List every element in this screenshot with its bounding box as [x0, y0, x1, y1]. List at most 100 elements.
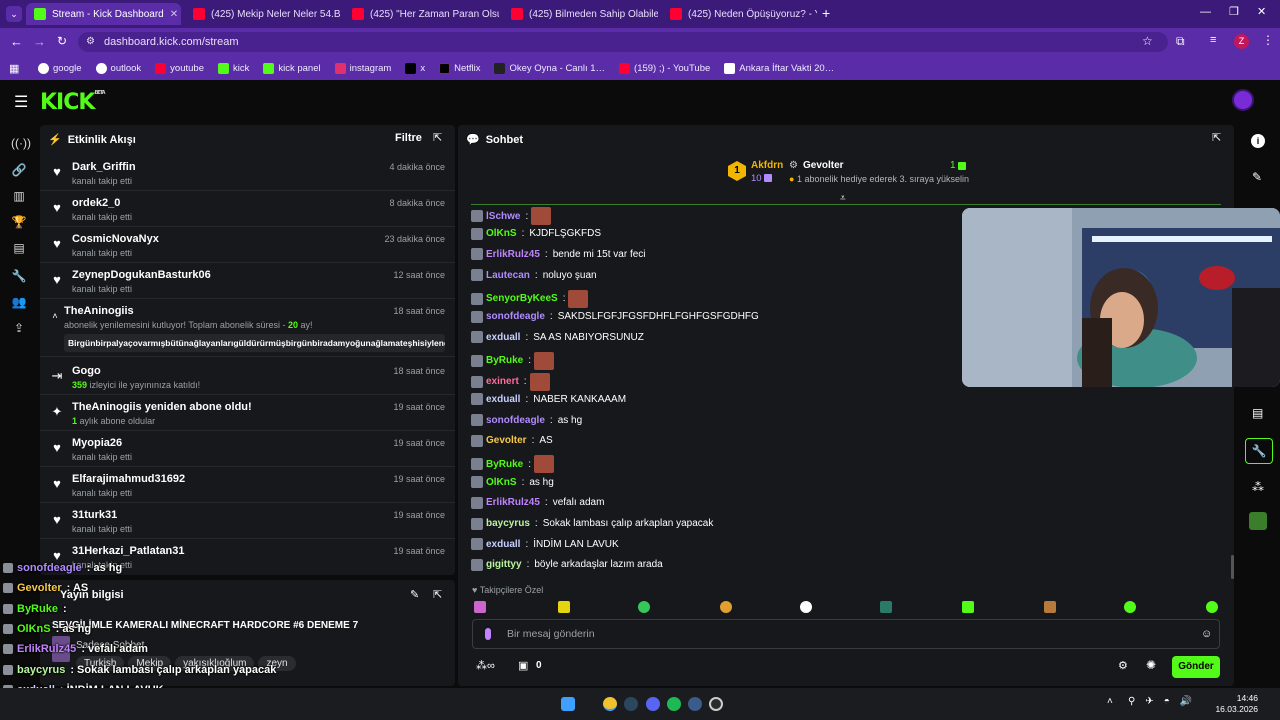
- menu-icon[interactable]: ⋮: [1262, 33, 1274, 47]
- emote-icon[interactable]: [1124, 601, 1136, 613]
- event-user[interactable]: Myopia26: [72, 437, 122, 449]
- trophy-icon[interactable]: 🏆: [11, 214, 27, 230]
- restore-icon[interactable]: ❐: [1229, 5, 1239, 18]
- chat-username[interactable]: Gevolter: [486, 435, 527, 446]
- chat-username[interactable]: Lautecan: [486, 270, 530, 281]
- analytics-icon[interactable]: ▥: [11, 188, 27, 204]
- bookmark-google[interactable]: google: [38, 62, 82, 74]
- steam-icon[interactable]: [624, 697, 638, 711]
- chat-scrollbar[interactable]: [1231, 555, 1234, 579]
- back-icon[interactable]: ←: [10, 34, 23, 49]
- spotify-icon[interactable]: [667, 697, 681, 711]
- tab-youtube-1[interactable]: (425) Mekip Neler Neler 54.Böl… ✕: [185, 3, 340, 25]
- emote-icon[interactable]: [638, 601, 650, 613]
- edit-info-icon[interactable]: ✎: [410, 588, 419, 601]
- gift-box-icon[interactable]: ▣: [518, 659, 528, 672]
- edit-icon[interactable]: ✎: [1252, 170, 1262, 184]
- kick-logo[interactable]: KICKBETA: [40, 90, 106, 115]
- event-user[interactable]: ordek2_0: [72, 197, 120, 209]
- chat-username[interactable]: OlKnS: [486, 228, 517, 239]
- chevron-up-icon[interactable]: ˄: [48, 309, 62, 323]
- taskbar-clock[interactable]: 14:46 16.03.2026: [1215, 693, 1258, 715]
- emote-icon[interactable]: [1044, 601, 1056, 613]
- tab-search-icon[interactable]: ⌄: [6, 6, 22, 22]
- obs-icon[interactable]: [709, 697, 723, 711]
- chat-username[interactable]: baycyrus: [486, 518, 530, 529]
- emote-icon[interactable]: [880, 601, 892, 613]
- webcam-overlay[interactable]: [962, 208, 1280, 387]
- emoji-icon[interactable]: ☺: [1201, 620, 1212, 648]
- chat-username[interactable]: exduall: [486, 394, 520, 405]
- emote-icon[interactable]: [800, 601, 812, 613]
- new-tab-icon[interactable]: +: [822, 6, 830, 20]
- gifter-name[interactable]: Akfdrn: [751, 160, 783, 171]
- chat-username[interactable]: ByRuke: [486, 355, 523, 366]
- popout-icon[interactable]: ⇱: [433, 588, 442, 601]
- close-window-icon[interactable]: ✕: [1257, 5, 1266, 18]
- profile-icon[interactable]: Z: [1234, 34, 1249, 49]
- connections-icon[interactable]: ⁂: [1252, 480, 1264, 494]
- discord-icon[interactable]: [646, 697, 660, 711]
- site-info-icon[interactable]: ⚙: [86, 32, 95, 52]
- url-input[interactable]: ⚙ dashboard.kick.com/stream: [78, 32, 1168, 52]
- popout-icon[interactable]: ⇱: [1212, 131, 1221, 144]
- start-icon[interactable]: [561, 697, 575, 711]
- user-avatar[interactable]: [1232, 89, 1254, 111]
- reload-icon[interactable]: ↻: [57, 34, 67, 48]
- event-user[interactable]: Dark_Griffin: [72, 161, 136, 173]
- close-icon[interactable]: ✕: [170, 9, 178, 20]
- chat-username[interactable]: sonofdeagle: [486, 311, 545, 322]
- emote-icon[interactable]: [720, 601, 732, 613]
- bookmark-outlook[interactable]: outlook: [95, 62, 141, 74]
- apps-grid-icon[interactable]: ▦: [9, 62, 19, 75]
- chat-settings-icon[interactable]: ⚙: [1118, 659, 1128, 672]
- bookmark-x[interactable]: x: [405, 62, 425, 74]
- filter-button[interactable]: Filtre: [395, 132, 422, 144]
- chat-username[interactable]: sonofdeagle: [486, 415, 545, 426]
- send-button[interactable]: Gönder: [1172, 656, 1220, 678]
- emote-icon[interactable]: [474, 601, 486, 613]
- event-user[interactable]: TheAninogiis yeniden abone oldu!: [72, 401, 252, 413]
- event-user[interactable]: CosmicNovaNyx: [72, 233, 159, 245]
- tray-icons[interactable]: ⚲✈◓🔊: [1128, 696, 1202, 707]
- bookmark-kick[interactable]: kick: [217, 62, 249, 74]
- bookmark-youtube[interactable]: youtube: [155, 62, 204, 74]
- event-user[interactable]: Elfarajimahmud31692: [72, 473, 185, 485]
- bookmark-okey[interactable]: Okey Oyna - Canlı 1…: [494, 62, 605, 74]
- chat-message-input[interactable]: Bir mesaj gönderin ☺: [472, 619, 1220, 649]
- channel-points-icon[interactable]: ⁂∞: [476, 659, 495, 672]
- extensions-icon[interactable]: ⧉: [1176, 34, 1185, 49]
- event-user[interactable]: Gogo: [72, 365, 101, 377]
- gifter2-name[interactable]: Gevolter: [803, 160, 844, 171]
- app-icon[interactable]: [688, 697, 702, 711]
- popout-icon[interactable]: ⇱: [433, 131, 442, 144]
- tray-chevron-icon[interactable]: ˄: [1107, 696, 1113, 707]
- minimize-icon[interactable]: —: [1200, 6, 1211, 18]
- forward-icon[interactable]: →: [33, 34, 46, 49]
- layout-icon[interactable]: ▤: [1252, 406, 1263, 420]
- chat-username[interactable]: SenyorByKeeS: [486, 293, 558, 304]
- chat-username[interactable]: ByRuke: [486, 459, 523, 470]
- wrench-icon[interactable]: 🔧: [11, 268, 27, 284]
- users-icon[interactable]: 👥: [11, 294, 27, 310]
- emote-icon[interactable]: [962, 601, 974, 613]
- tab-kick-dashboard[interactable]: Stream - Kick Dashboard ✕: [26, 3, 181, 25]
- bookmark-netflix[interactable]: Netflix: [439, 62, 480, 74]
- bookmark-star-icon[interactable]: ☆: [1142, 34, 1153, 48]
- chat-username[interactable]: gigittyy: [486, 559, 522, 570]
- tab-youtube-2[interactable]: (425) "Her Zaman Paran Olsun… ✕: [344, 3, 499, 25]
- tab-youtube-3[interactable]: (425) Bilmeden Sahip Olabilece… ✕: [503, 3, 658, 25]
- chrome-icon[interactable]: [603, 697, 617, 711]
- bookmark-iftar[interactable]: Ankara İftar Vakti 20…: [724, 62, 834, 74]
- stream-icon[interactable]: ((·)): [11, 135, 31, 151]
- mod-icon[interactable]: ✺: [1146, 658, 1156, 672]
- link-icon[interactable]: 🔗: [11, 162, 27, 178]
- bookmark-kick-panel[interactable]: kick panel: [263, 62, 321, 74]
- hamburger-menu-icon[interactable]: ☰: [14, 92, 28, 112]
- emote-icon[interactable]: [558, 601, 570, 613]
- chat-username[interactable]: OlKnS: [486, 477, 517, 488]
- chat-username[interactable]: exduall: [486, 539, 520, 550]
- tab-youtube-4[interactable]: (425) Neden Öpüşüyoruz? - You… ✕: [662, 3, 817, 25]
- emote-icon[interactable]: [1206, 601, 1218, 613]
- collapse-chevron-icon[interactable]: ⩡: [840, 193, 846, 204]
